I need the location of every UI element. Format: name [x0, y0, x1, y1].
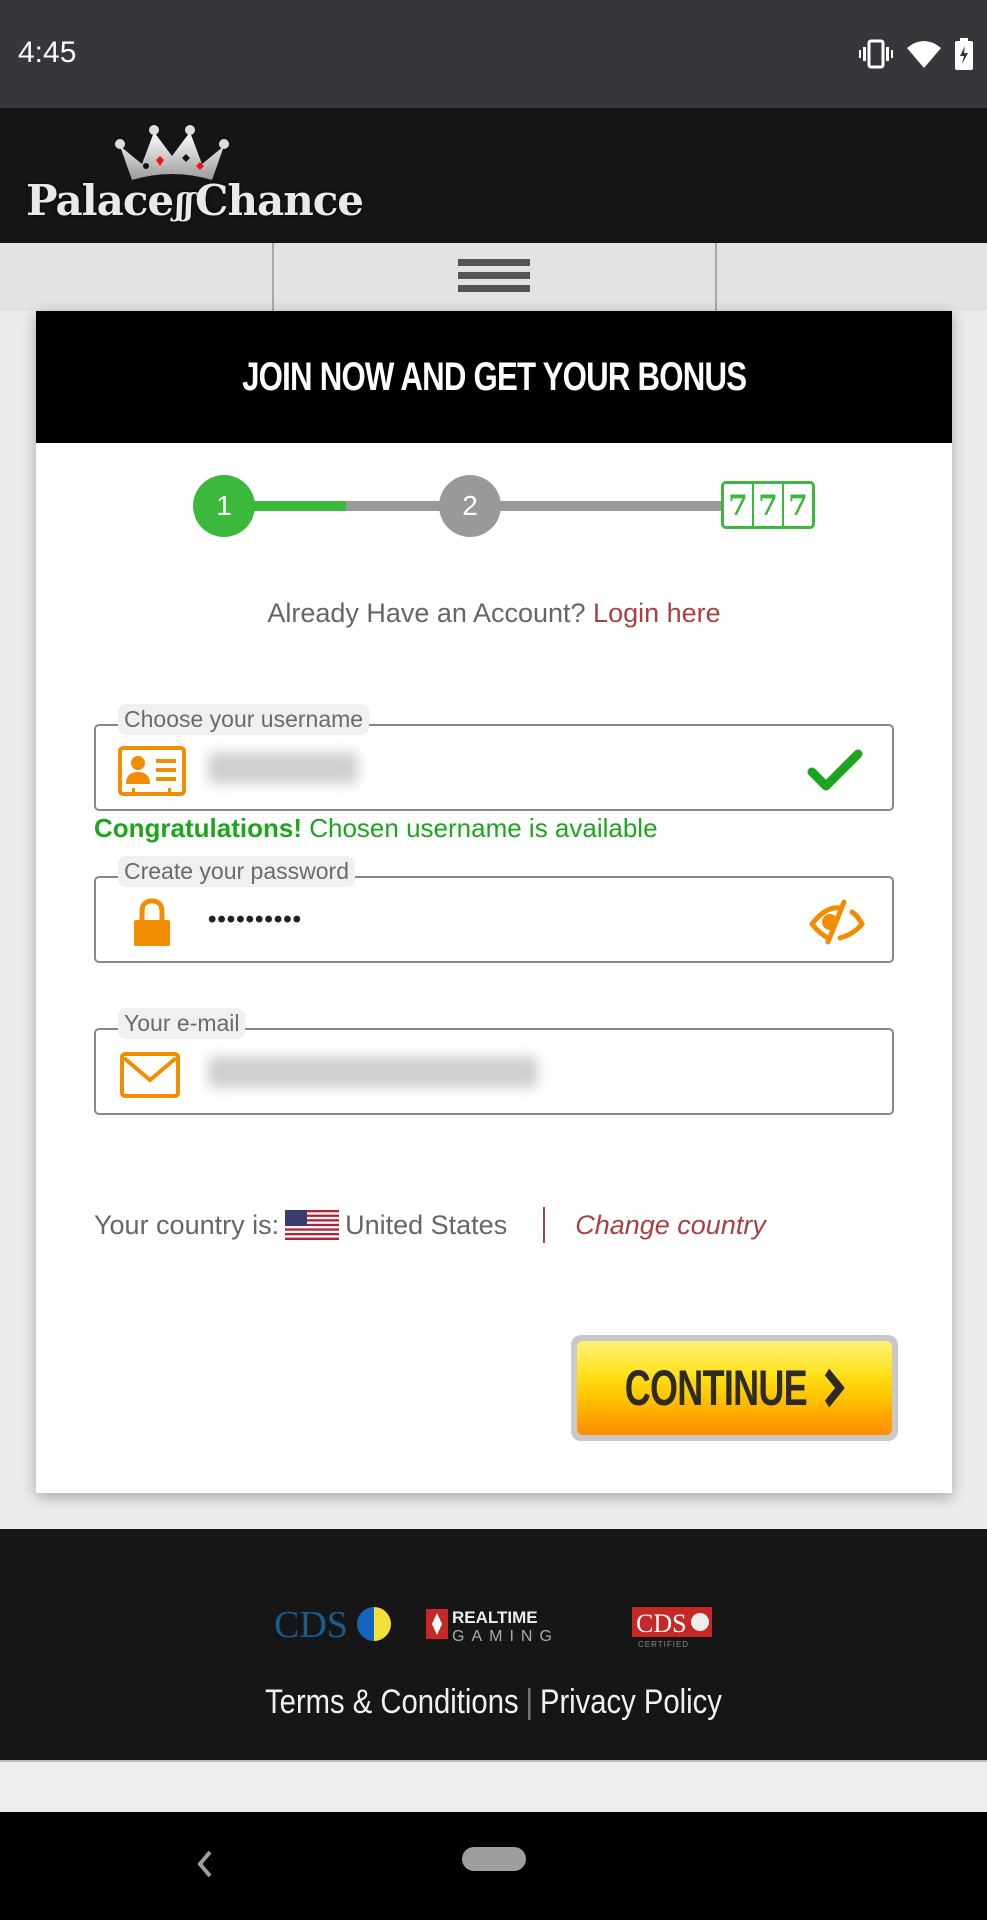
password-field[interactable]: Create your password [94, 856, 894, 963]
success-strong: Congratulations! [94, 813, 302, 843]
progress-stepper: 1 2 7 7 7 [193, 473, 818, 537]
wifi-icon [907, 41, 941, 68]
svg-text:GAMING: GAMING [452, 1628, 559, 1645]
username-available-message: Congratulations! Chosen username is avai… [94, 813, 658, 844]
card-title: JOIN NOW AND GET YOUR BONUS [241, 354, 747, 399]
vibrate-icon [859, 39, 893, 69]
country-separator [543, 1207, 546, 1243]
realtime-gaming-logo: REALTIME GAMING [426, 1608, 559, 1645]
country-name: United States [345, 1209, 508, 1240]
password-input[interactable] [208, 900, 608, 940]
site-header: PalaceʃʃChance [0, 108, 987, 243]
country-row: Your country is: United States Change co… [94, 1207, 766, 1243]
login-prompt-row: Already Have an Account? Login here [36, 598, 952, 629]
partner-logos: CDS REALTIME GAMING CDS CERTIFIED [274, 1604, 712, 1649]
hamburger-menu-icon[interactable] [458, 259, 530, 295]
crown-icon [115, 125, 229, 180]
svg-text:CDS: CDS [636, 1609, 687, 1638]
battery-charging-icon [955, 38, 973, 70]
email-field[interactable]: Your e-mail [94, 1008, 894, 1115]
slot-digit: 7 [788, 488, 808, 522]
login-prompt-text: Already Have an Account? [267, 598, 586, 628]
continue-label: CONTINUE [624, 1360, 808, 1416]
lock-icon [134, 898, 170, 946]
nav-bar [0, 243, 987, 311]
nav-divider [715, 243, 717, 311]
envelope-icon [120, 1052, 180, 1098]
email-label: Your e-mail [118, 1008, 246, 1039]
cds-certified-logo: CDS CERTIFIED [632, 1607, 712, 1649]
password-label: Create your password [118, 856, 355, 887]
footer-link-separator: | [525, 1683, 534, 1721]
palace-of-chance-logo[interactable]: PalaceʃʃChance [24, 124, 364, 234]
email-value[interactable] [208, 1056, 538, 1088]
site-footer: CDS REALTIME GAMING CDS CERTIFIED Terms … [0, 1529, 987, 1760]
svg-text:CERTIFIED: CERTIFIED [638, 1640, 689, 1649]
continue-button[interactable]: CONTINUE [571, 1335, 898, 1441]
status-bar: 4:45 [0, 0, 987, 108]
chevron-right-icon [824, 1368, 845, 1408]
username-field[interactable]: Choose your username [94, 704, 894, 811]
privacy-link[interactable]: Privacy Policy [540, 1683, 722, 1721]
back-icon[interactable] [190, 1844, 220, 1884]
registration-card: JOIN NOW AND GET YOUR BONUS 1 2 7 7 7 Al… [36, 311, 952, 1493]
status-time: 4:45 [18, 36, 77, 69]
continue-button-face: CONTINUE [577, 1341, 892, 1435]
slot-777-icon: 7 7 7 [721, 481, 815, 529]
logo-text-palace: Palace [26, 176, 174, 225]
logo-text: PalaceʃʃChance [26, 176, 364, 225]
slot-digit: 7 [754, 484, 784, 526]
country-prefix: Your country is: [94, 1209, 280, 1240]
change-country-link[interactable]: Change country [575, 1210, 766, 1241]
success-text: Chosen username is available [309, 813, 658, 843]
step-1: 1 [193, 475, 255, 537]
footer-links: Terms & Conditions | Privacy Policy [69, 1683, 918, 1722]
cds-logo: CDS [274, 1604, 391, 1646]
us-flag-icon [285, 1210, 340, 1240]
id-card-icon [118, 746, 186, 796]
checkmark-icon [807, 749, 863, 791]
nav-divider [272, 243, 274, 311]
page-bottom-spacer [0, 1760, 987, 1812]
slot-digit: 7 [724, 484, 754, 526]
username-value[interactable] [208, 752, 358, 784]
cds-logo-text: CDS [274, 1604, 348, 1646]
login-here-link[interactable]: Login here [593, 598, 721, 628]
logo-of-glyph: ʃʃ [175, 188, 194, 223]
terms-link[interactable]: Terms & Conditions [265, 1683, 519, 1721]
step-2: 2 [439, 475, 501, 537]
username-label: Choose your username [118, 704, 370, 735]
continue-label-row: CONTINUE [625, 1359, 845, 1417]
logo-text-chance: Chance [195, 176, 364, 225]
status-icons [859, 38, 973, 70]
eye-slash-icon[interactable] [806, 898, 866, 946]
system-nav-bar [0, 1812, 987, 1920]
step-1-label: 1 [216, 490, 232, 521]
svg-text:REALTIME: REALTIME [452, 1608, 538, 1627]
home-button[interactable] [462, 1847, 526, 1871]
card-header: JOIN NOW AND GET YOUR BONUS [36, 311, 952, 443]
step-2-label: 2 [462, 490, 478, 521]
